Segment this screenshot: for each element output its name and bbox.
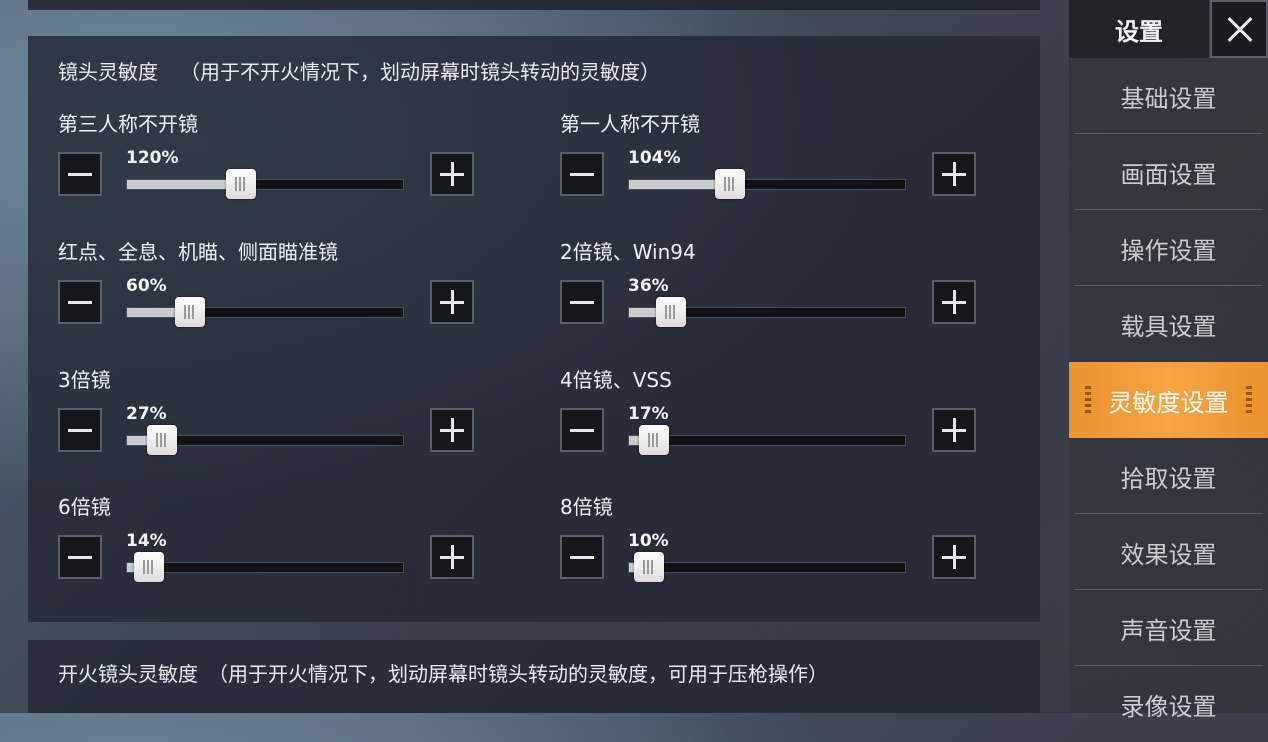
slider-track-4x-vss[interactable] <box>628 425 906 455</box>
decrease-button-third-person[interactable] <box>58 152 102 196</box>
slider-value-first-person: 104% <box>628 148 681 168</box>
decrease-button-2x-win94[interactable] <box>560 280 604 324</box>
decrease-button-red-dot[interactable] <box>58 280 102 324</box>
slider-track-third-person[interactable] <box>126 169 404 199</box>
decrease-button-6x[interactable] <box>58 535 102 579</box>
decrease-button-8x[interactable] <box>560 535 604 579</box>
slider-track-3x[interactable] <box>126 425 404 455</box>
increase-button-3x[interactable] <box>430 408 474 452</box>
sidebar-item-pickup[interactable]: 拾取设置 <box>1069 438 1268 514</box>
slider-label-4x-vss: 4倍镜、VSS <box>560 368 672 392</box>
decrease-button-4x-vss[interactable] <box>560 408 604 452</box>
sidebar-item-sensitivity[interactable]: 灵敏度设置 <box>1069 362 1268 438</box>
slider-label-8x: 8倍镜 <box>560 495 613 519</box>
increase-button-8x[interactable] <box>932 535 976 579</box>
slider-value-red-dot: 60% <box>126 276 167 296</box>
sidebar-item-label: 载具设置 <box>1120 312 1217 341</box>
slider-track-first-person[interactable] <box>628 169 906 199</box>
increase-button-third-person[interactable] <box>430 152 474 196</box>
sidebar-item-label: 操作设置 <box>1120 236 1217 265</box>
sidebar-item-replay[interactable]: 录像设置 <box>1069 666 1268 742</box>
sidebar-item-vehicle[interactable]: 载具设置 <box>1069 286 1268 362</box>
slider-handle-4x-vss[interactable] <box>638 425 669 455</box>
decrease-button-3x[interactable] <box>58 408 102 452</box>
slider-value-third-person: 120% <box>126 148 179 168</box>
slider-value-4x-vss: 17% <box>628 404 669 424</box>
sidebar-item-label: 画面设置 <box>1120 160 1217 189</box>
slider-label-2x-win94: 2倍镜、Win94 <box>560 240 696 264</box>
slider-value-8x: 10% <box>628 531 669 551</box>
section-title-text: 镜头灵敏度 <box>58 60 158 84</box>
section-title: 镜头灵敏度 （用于不开火情况下，划动屏幕时镜头转动的灵敏度） <box>58 56 660 85</box>
previous-section-strip <box>28 0 1040 10</box>
sidebar-item-graphics[interactable]: 画面设置 <box>1069 134 1268 210</box>
slider-handle-3x[interactable] <box>146 425 177 455</box>
sidebar-title: 设置 <box>1069 0 1209 58</box>
slider-fill-third-person <box>127 180 241 189</box>
slider-handle-2x-win94[interactable] <box>656 297 687 327</box>
grip-left-icon <box>1085 386 1091 414</box>
sidebar-item-basic[interactable]: 基础设置 <box>1069 58 1268 134</box>
slider-value-2x-win94: 36% <box>628 276 669 296</box>
slider-label-3x: 3倍镜 <box>58 368 111 392</box>
slider-track-2x-win94[interactable] <box>628 297 906 327</box>
sidebar-item-label: 灵敏度设置 <box>1108 388 1229 417</box>
section-note: （用于不开火情况下，划动屏幕时镜头转动的灵敏度） <box>180 60 660 84</box>
slider-track-6x[interactable] <box>126 552 404 582</box>
sidebar-item-label: 基础设置 <box>1120 84 1217 113</box>
slider-label-red-dot: 红点、全息、机瞄、侧面瞄准镜 <box>58 240 338 264</box>
sidebar-item-effects[interactable]: 效果设置 <box>1069 514 1268 590</box>
slider-value-3x: 27% <box>126 404 167 424</box>
sidebar-item-label: 效果设置 <box>1120 540 1217 569</box>
slider-value-6x: 14% <box>126 531 167 551</box>
slider-label-6x: 6倍镜 <box>58 495 111 519</box>
sidebar-item-label: 拾取设置 <box>1120 464 1217 493</box>
slider-handle-6x[interactable] <box>134 552 165 582</box>
close-icon[interactable] <box>1210 0 1268 58</box>
increase-button-red-dot[interactable] <box>430 280 474 324</box>
sidebar-item-controls[interactable]: 操作设置 <box>1069 210 1268 286</box>
slider-handle-red-dot[interactable] <box>174 297 205 327</box>
slider-label-third-person: 第三人称不开镜 <box>58 112 198 136</box>
slider-handle-first-person[interactable] <box>714 169 745 199</box>
section2-title-text: 开火镜头灵敏度 <box>58 662 198 686</box>
sidebar-item-audio[interactable]: 声音设置 <box>1069 590 1268 666</box>
sidebar-item-label: 声音设置 <box>1120 616 1217 645</box>
increase-button-2x-win94[interactable] <box>932 280 976 324</box>
slider-handle-third-person[interactable] <box>225 169 256 199</box>
decrease-button-first-person[interactable] <box>560 152 604 196</box>
section2-note: （用于开火情况下，划动屏幕时镜头转动的灵敏度，可用于压枪操作） <box>208 662 828 686</box>
sidebar-item-label: 录像设置 <box>1120 692 1217 721</box>
slider-label-first-person: 第一人称不开镜 <box>560 112 700 136</box>
grip-right-icon <box>1246 386 1252 414</box>
slider-handle-8x[interactable] <box>633 552 664 582</box>
increase-button-4x-vss[interactable] <box>932 408 976 452</box>
increase-button-first-person[interactable] <box>932 152 976 196</box>
slider-track-red-dot[interactable] <box>126 297 404 327</box>
section2-title: 开火镜头灵敏度 （用于开火情况下，划动屏幕时镜头转动的灵敏度，可用于压枪操作） <box>58 658 828 687</box>
increase-button-6x[interactable] <box>430 535 474 579</box>
slider-track-8x[interactable] <box>628 552 906 582</box>
